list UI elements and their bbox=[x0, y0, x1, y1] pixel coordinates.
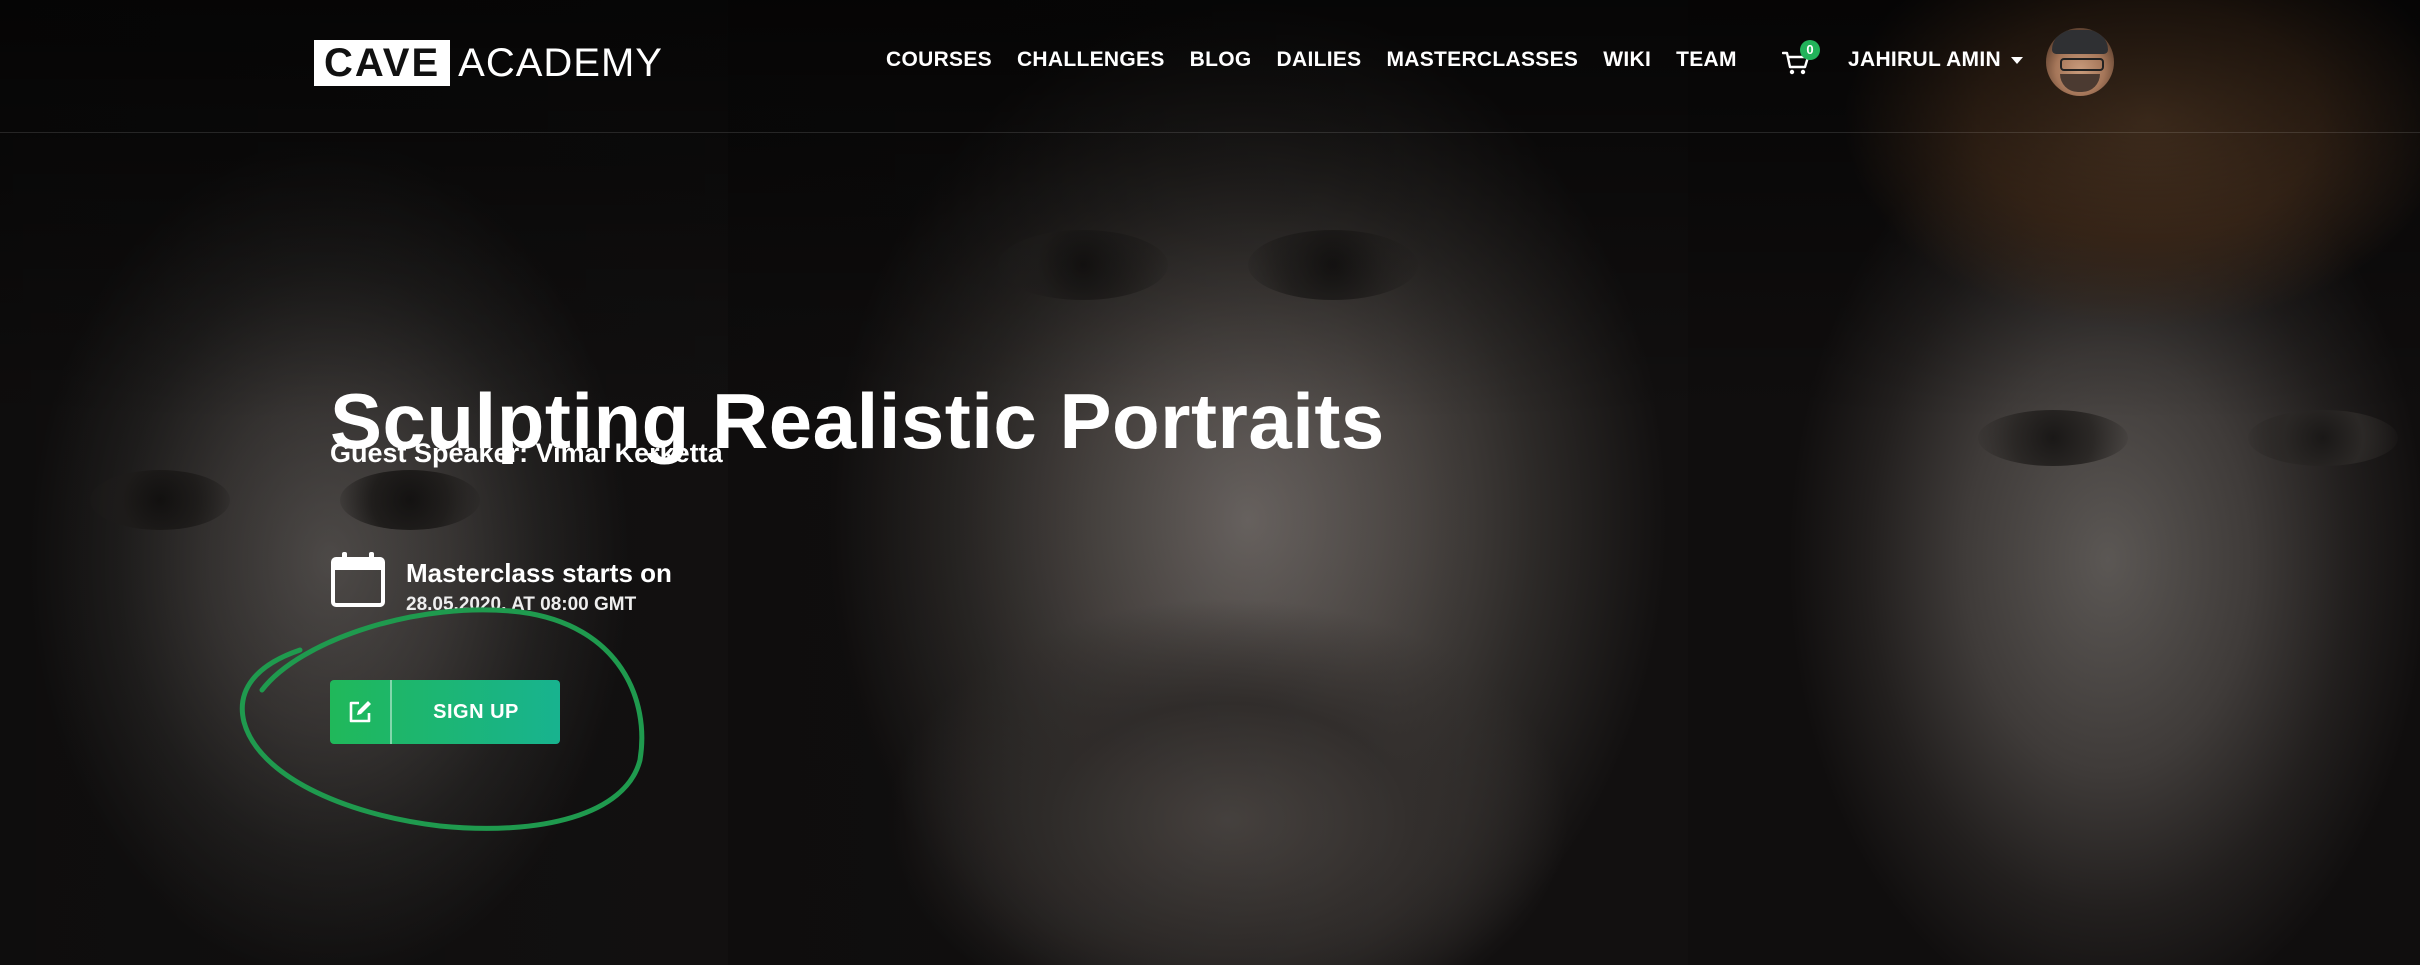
avatar-glasses bbox=[2060, 58, 2104, 71]
user-name: JAHIRUL AMIN bbox=[1848, 48, 2001, 71]
nav-item-team[interactable]: TEAM bbox=[1676, 48, 1737, 72]
cart-count-badge: 0 bbox=[1800, 40, 1820, 60]
main-nav: COURSES CHALLENGES BLOG DAILIES MASTERCL… bbox=[886, 48, 1762, 72]
nav-item-blog[interactable]: BLOG bbox=[1190, 48, 1252, 72]
avatar[interactable] bbox=[2046, 28, 2114, 96]
user-menu[interactable]: JAHIRUL AMIN bbox=[1848, 48, 2023, 72]
sign-up-label: SIGN UP bbox=[433, 700, 519, 723]
avatar-cap bbox=[2052, 30, 2108, 54]
masterclass-start-label: Masterclass starts on bbox=[406, 558, 672, 588]
avatar-beard bbox=[2060, 74, 2100, 92]
edit-icon bbox=[330, 680, 392, 744]
nav-item-masterclasses[interactable]: MASTERCLASSES bbox=[1386, 48, 1578, 72]
calendar-icon bbox=[330, 550, 386, 608]
nav-item-wiki[interactable]: WIKI bbox=[1603, 48, 1651, 72]
site-logo[interactable]: CAVE ACADEMY bbox=[314, 40, 663, 86]
logo-box: CAVE bbox=[314, 40, 451, 86]
masterclass-start-date: 28.05.2020, AT 08:00 GMT bbox=[406, 594, 637, 615]
hero-shade bbox=[0, 0, 1500, 965]
nav-item-courses[interactable]: COURSES bbox=[886, 48, 992, 72]
guest-speaker: Guest Speaker: Vimal Kerketta bbox=[330, 438, 723, 468]
site-header: CAVE ACADEMY COURSES CHALLENGES BLOG DAI… bbox=[0, 0, 2420, 133]
nav-item-dailies[interactable]: DAILIES bbox=[1277, 48, 1362, 72]
logo-text: ACADEMY bbox=[458, 40, 663, 85]
hero-background bbox=[0, 0, 2420, 965]
cart-button[interactable]: 0 bbox=[1782, 40, 1820, 76]
nav-item-challenges[interactable]: CHALLENGES bbox=[1017, 48, 1165, 72]
chevron-down-icon bbox=[2010, 56, 2023, 64]
sign-up-button[interactable]: SIGN UP bbox=[330, 680, 560, 744]
